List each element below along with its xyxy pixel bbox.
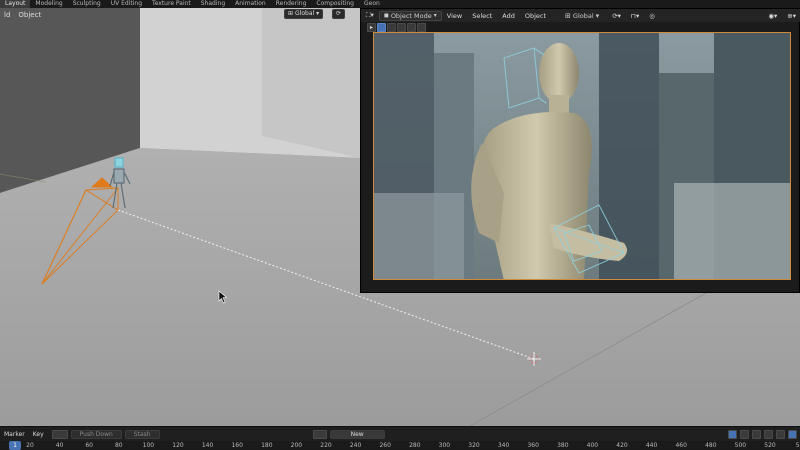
tab-animation[interactable]: Animation (230, 0, 271, 8)
chevron-down-icon: ▾ (316, 10, 320, 17)
key-menu[interactable]: Key (29, 431, 48, 438)
tab-layout[interactable]: Layout (0, 0, 31, 8)
only-show-selected-icon[interactable] (728, 429, 737, 439)
object-menu[interactable]: Object (14, 11, 45, 19)
chevron-down-icon: ▾ (433, 12, 437, 19)
editor-type-icon[interactable]: ⛶▾ (361, 11, 379, 20)
tab-sculpting[interactable]: Sculpting (68, 0, 106, 8)
action-browse-icon[interactable] (51, 429, 68, 439)
header-label-ld[interactable]: ld (0, 11, 14, 19)
orientation-icon: ⊞ (288, 10, 294, 17)
normalize-icon[interactable] (776, 429, 785, 439)
workspace-tabs: Layout Modeling Sculpting UV Editing Tex… (0, 0, 800, 8)
frame-tick: 360 (527, 442, 539, 449)
chevron-down-icon: ▾ (595, 11, 600, 20)
frame-tick: 140 (201, 442, 214, 449)
stash-button[interactable]: Stash (124, 429, 160, 439)
tab-rendering[interactable]: Rendering (271, 0, 312, 8)
camera-preview-window[interactable]: ⛶▾ ◼ Object Mode ▾ View Select Add Objec… (360, 8, 800, 293)
orientation-icon: ⊞ (565, 11, 571, 20)
visibility-icon[interactable]: ◉▾ (763, 12, 782, 20)
frame-tick: 200 (290, 442, 303, 449)
preview-header: ⛶▾ ◼ Object Mode ▾ View Select Add Objec… (361, 9, 800, 22)
frame-tick: 420 (616, 442, 628, 449)
tab-uv-editing[interactable]: UV Editing (106, 0, 147, 8)
gizmo-icon[interactable]: ⊕▾ (782, 12, 800, 20)
select-tool-icon[interactable]: ▸ (367, 22, 376, 32)
current-frame-indicator[interactable]: 1 (9, 441, 21, 450)
pivot-icon: ⟳ (336, 10, 342, 17)
transform-orientation-dropdown[interactable]: ⊞ Global ▾ (284, 9, 324, 19)
pivot-icon[interactable]: ⟳▾ (607, 12, 626, 20)
push-down-button[interactable]: Push Down (70, 429, 122, 439)
frame-tick: 100 (142, 442, 155, 449)
frame-tick: 440 (645, 442, 658, 449)
frame-tick: 280 (409, 442, 421, 449)
select-invert-icon[interactable] (417, 22, 426, 32)
frame-tick: 120 (172, 442, 184, 449)
frame-tick: 240 (349, 442, 362, 449)
frame-tick: 520 (764, 442, 776, 449)
frame-tick: 320 (468, 442, 480, 449)
3d-viewport[interactable]: ld Object ⊞ Global ▾ ⟳ ⛶▾ ◼ Object Mode … (0, 8, 800, 426)
select-box-icon[interactable] (377, 22, 386, 32)
menu-view[interactable]: View (442, 12, 467, 20)
action-type-icon[interactable] (312, 429, 327, 439)
frame-tick: 20 (26, 442, 34, 449)
marker-menu[interactable]: Marker (0, 431, 29, 438)
timeline-header: Marker Key Push Down Stash New (0, 427, 800, 441)
frame-tick: 300 (438, 442, 451, 449)
proportional-edit-icon[interactable]: ◎ (644, 12, 660, 20)
frame-tick: 340 (497, 442, 510, 449)
frame-tick: 54 (795, 442, 800, 449)
camera-render-view (373, 32, 791, 280)
auto-keying-icon[interactable] (788, 429, 797, 439)
new-action-button[interactable]: New (329, 429, 385, 439)
tab-geometry-nodes[interactable]: Geon (359, 0, 385, 8)
select-extend-icon[interactable] (387, 22, 396, 32)
frame-tick: 220 (320, 442, 332, 449)
frame-tick: 160 (231, 442, 243, 449)
menu-object[interactable]: Object (520, 12, 551, 20)
frame-tick: 180 (261, 442, 273, 449)
select-subtract-icon[interactable] (397, 22, 406, 32)
frame-tick: 380 (557, 442, 569, 449)
only-show-errors-icon[interactable] (752, 429, 761, 439)
frame-tick: 460 (675, 442, 687, 449)
frame-tick: 400 (586, 442, 599, 449)
tab-modeling[interactable]: Modeling (30, 0, 67, 8)
frame-tick: 80 (114, 442, 123, 449)
frame-tick: 260 (379, 442, 391, 449)
frame-ruler[interactable]: 1 20 40 60 80 100 120 140 160 180 200 220 240 260 280… (0, 441, 800, 450)
menu-add[interactable]: Add (497, 12, 520, 20)
tab-compositing[interactable]: Compositing (311, 0, 359, 8)
select-intersect-icon[interactable] (407, 22, 416, 32)
tab-texture-paint[interactable]: Texture Paint (147, 0, 196, 8)
object-mode-icon: ◼ (383, 12, 389, 19)
render-image (374, 33, 790, 279)
tab-shading[interactable]: Shading (196, 0, 230, 8)
frame-tick: 40 (55, 442, 64, 449)
timeline-editor: Marker Key Push Down Stash New 1 20 40 60 8… (0, 426, 800, 450)
frame-tick: 500 (734, 442, 747, 449)
preview-orientation-dropdown[interactable]: ⊞ Global ▾ (565, 12, 599, 20)
frame-tick: 480 (705, 442, 717, 449)
show-hidden-icon[interactable] (740, 429, 749, 439)
mode-dropdown[interactable]: ◼ Object Mode ▾ (378, 10, 442, 21)
select-mode-toolbar: ▸ (367, 22, 426, 32)
menu-select[interactable]: Select (467, 12, 497, 20)
frame-tick: 60 (85, 442, 94, 449)
snap-icon[interactable]: ⊓▾ (626, 12, 644, 20)
wall-right-shade (262, 8, 360, 158)
pivot-point-dropdown[interactable]: ⟳ (332, 9, 346, 19)
filter-icon[interactable] (764, 429, 773, 439)
